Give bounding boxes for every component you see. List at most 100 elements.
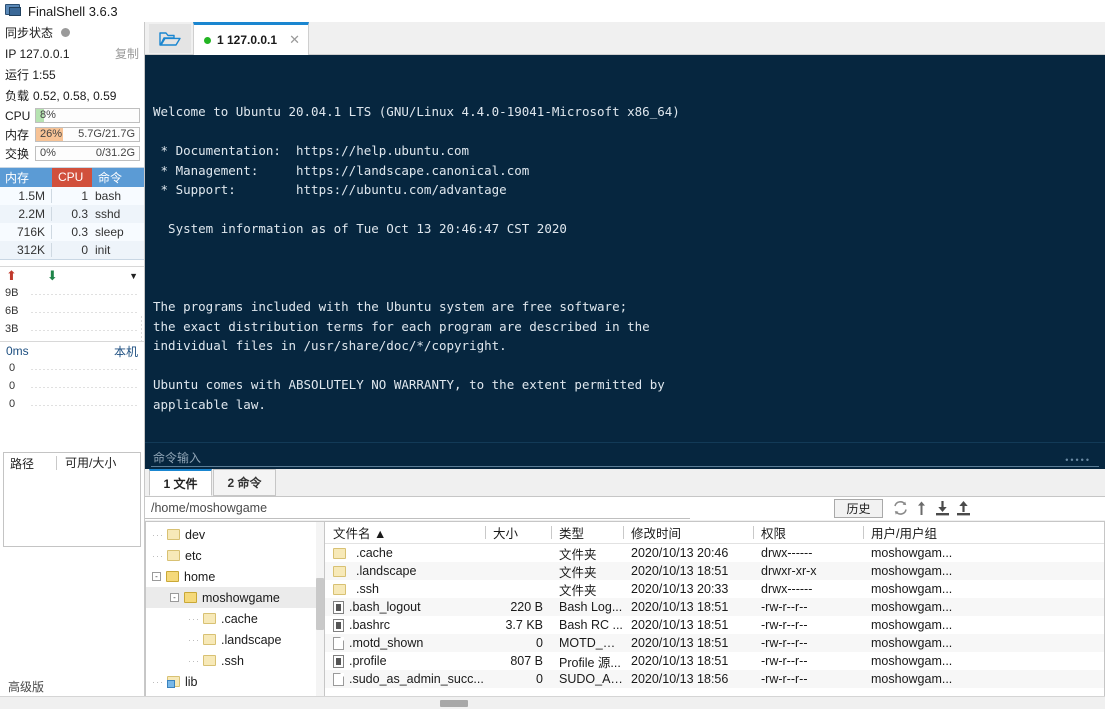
open-folder-button[interactable]	[149, 24, 191, 53]
path-input[interactable]	[145, 498, 690, 519]
meter-label: CPU	[5, 108, 31, 123]
col-header-size[interactable]: 大小	[485, 523, 551, 542]
history-button-label: 历史	[846, 502, 871, 516]
folder-icon	[333, 547, 346, 559]
process-col-cpu[interactable]: CPU	[52, 168, 92, 187]
file-size: 220 B	[510, 600, 543, 614]
horizontal-scrollbar-thumb[interactable]	[440, 700, 468, 707]
process-cmd: bash	[95, 189, 122, 203]
col-header-type[interactable]: 类型	[551, 523, 623, 542]
net-y-label-1: 6B	[5, 305, 19, 317]
folder-icon	[203, 655, 216, 666]
upload-icon[interactable]	[954, 499, 973, 518]
file-row[interactable]: .bashrc 3.7 KB Bash RC ... 2020/10/13 18:51…	[325, 616, 1104, 634]
tab-files[interactable]: 1 文件	[149, 469, 212, 496]
disk-path-table[interactable]: 路径 可用/大小	[3, 452, 141, 547]
folder-icon	[203, 634, 216, 645]
file-row[interactable]: .motd_shown 0 MOTD_SH... 2020/10/13 18:51 -r…	[325, 634, 1104, 652]
tab-status-dot-icon	[204, 36, 211, 44]
file-row[interactable]: .ssh 文件夹 2020/10/13 20:33 drwx------ moshowg…	[325, 580, 1104, 598]
tree-scrollbar[interactable]	[316, 522, 324, 708]
meter-bar: 0% 0/31.2G	[35, 146, 140, 161]
terminal-tab-1[interactable]: 1 127.0.0.1 ✕	[193, 22, 309, 55]
upload-arrow-icon[interactable]	[912, 499, 931, 518]
file-row[interactable]: .landscape 文件夹 2020/10/13 18:51 drwxr-xr-x m…	[325, 562, 1104, 580]
disk-col-path[interactable]: 路径	[4, 455, 56, 472]
copy-button[interactable]: 复制	[115, 45, 139, 62]
process-col-mem[interactable]: 内存	[0, 169, 52, 186]
document-file-icon	[333, 636, 344, 650]
file-name: .bash_logout	[349, 600, 421, 614]
history-button[interactable]: 历史	[834, 499, 883, 518]
disk-col-size[interactable]: 可用/大小	[56, 456, 140, 470]
process-row[interactable]: 1.5M 1 bash	[0, 187, 144, 205]
process-row[interactable]: 2.2M 0.3 sshd	[0, 205, 144, 223]
col-header-name[interactable]: 文件名 ▲	[325, 523, 485, 542]
file-row[interactable]: .cache 文件夹 2020/10/13 20:46 drwx------ mosho…	[325, 544, 1104, 562]
command-input-bar[interactable]: 命令输入 •••••	[145, 442, 1105, 469]
file-owner: moshowgam...	[871, 654, 953, 668]
meter-percent: 0%	[40, 147, 56, 159]
tree-node-moshowgame[interactable]: - moshowgame	[146, 587, 324, 608]
process-table[interactable]: 内存 CPU 命令 1.5M 1 bash 2.2M 0.3 sshd 716K 0.3 sle…	[0, 167, 144, 260]
file-row[interactable]: .profile 807 B Profile 源... 2020/10/13 18:5…	[325, 652, 1104, 670]
tree-node-dev[interactable]: ··· dev	[146, 524, 324, 545]
process-col-cmd[interactable]: 命令	[92, 169, 144, 186]
latency-host-label: 本机	[113, 344, 138, 359]
tree-node-home[interactable]: - home	[146, 566, 324, 587]
ping-y-label-1: 0	[9, 380, 16, 392]
tree-node-dot-ssh[interactable]: ··· .ssh	[146, 650, 324, 671]
tree-guide-icon: ···	[188, 613, 200, 624]
tree-node-label: dev	[185, 527, 206, 542]
file-name-cell: .bash_logout	[325, 600, 485, 614]
file-name: .bashrc	[349, 618, 390, 632]
tree-node-label: moshowgame	[202, 590, 280, 605]
process-cpu: 0	[81, 243, 88, 257]
col-header-perm[interactable]: 权限	[753, 523, 863, 542]
directory-tree[interactable]: ··· dev ··· etc - home - moshowgame ··· .cache ···…	[145, 521, 325, 709]
file-type: Bash Log...	[559, 600, 623, 614]
tree-expander[interactable]: -	[152, 572, 161, 581]
uptime-row: 运行 1:55	[0, 64, 144, 85]
process-row[interactable]: 312K 0 init	[0, 241, 144, 259]
tree-node-dot-landscape[interactable]: ··· .landscape	[146, 629, 324, 650]
file-name: .cache	[356, 546, 393, 560]
tree-scrollbar-thumb[interactable]	[316, 578, 324, 630]
meter-label: 内存	[5, 128, 30, 142]
close-icon[interactable]: ✕	[289, 32, 300, 48]
col-header-owner[interactable]: 用户/用户组	[863, 523, 1104, 542]
process-row[interactable]: 716K 0.3 sleep	[0, 223, 144, 241]
terminal-line: System information as of Tue Oct 13 20:4…	[153, 221, 567, 236]
process-table-header: 内存 CPU 命令	[0, 168, 144, 187]
file-row[interactable]: .bash_logout 220 B Bash Log... 2020/10/13 1…	[325, 598, 1104, 616]
file-list[interactable]: 文件名 ▲ 大小 类型 修改时间 权限 用户/用户组 .cache 文件夹 2020…	[325, 521, 1105, 709]
file-name-cell: .cache	[325, 546, 485, 560]
tab-strip: 1 127.0.0.1 ✕	[145, 22, 1105, 55]
tab-commands[interactable]: 2 命令	[213, 469, 276, 496]
folder-icon	[167, 529, 180, 540]
meter-bar: 26% 5.7G/21.7G	[35, 127, 140, 142]
resize-grip[interactable]: •••••	[1065, 455, 1091, 465]
tree-node-label: home	[184, 569, 216, 584]
tree-expander[interactable]: -	[170, 593, 179, 602]
terminal-output[interactable]: Welcome to Ubuntu 20.04.1 LTS (GNU/Linux…	[145, 55, 1105, 442]
tree-node-dot-cache[interactable]: ··· .cache	[146, 608, 324, 629]
col-header-mtime[interactable]: 修改时间	[623, 523, 753, 542]
tree-node-etc[interactable]: ··· etc	[146, 545, 324, 566]
refresh-icon[interactable]	[891, 499, 910, 518]
arrow-up-icon: ⬆	[6, 268, 17, 283]
file-name: .landscape	[356, 564, 417, 578]
advanced-version-link[interactable]: 高级版	[8, 678, 44, 695]
latency-graph-header: 0ms 本机	[0, 342, 144, 360]
ip-row: IP 127.0.0.1 复制	[0, 43, 144, 64]
process-cmd: sleep	[95, 225, 124, 239]
meter-row-内存: 内存 26% 5.7G/21.7G	[0, 125, 144, 144]
meter-row-CPU: CPU 8%	[0, 106, 144, 125]
app-title: FinalShell 3.6.3	[28, 3, 118, 19]
tree-node-lib[interactable]: ··· lib	[146, 671, 324, 692]
download-icon[interactable]	[933, 499, 952, 518]
caret-down-icon[interactable]: ▼	[129, 271, 138, 281]
file-row[interactable]: .sudo_as_admin_succ... 0 SUDO_AS_... 2020/1…	[325, 670, 1104, 688]
